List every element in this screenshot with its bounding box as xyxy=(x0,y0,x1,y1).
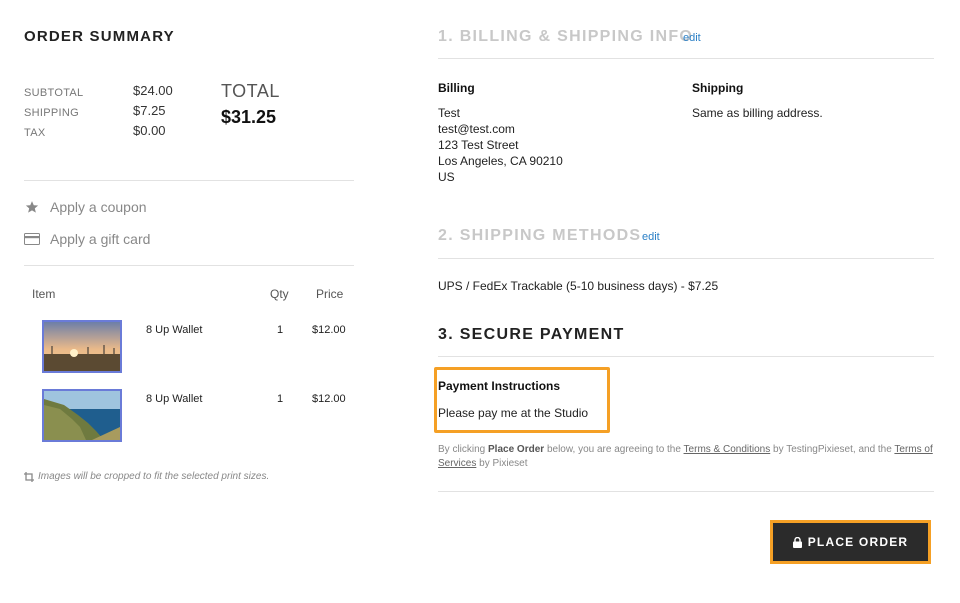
divider xyxy=(438,356,934,357)
divider xyxy=(438,258,934,259)
payment-instructions-title: Payment Instructions xyxy=(438,379,561,393)
totals-labels: SUBTOTAL SHIPPING TAX xyxy=(24,83,83,143)
total-label: TOTAL xyxy=(221,81,280,101)
billing-line: Test xyxy=(438,106,461,120)
terms-text: By clicking Place Order below, you are a… xyxy=(438,444,933,469)
shipping-heading: Shipping xyxy=(692,81,744,95)
item-column-header: Item xyxy=(32,287,56,301)
billing-heading: Billing xyxy=(438,81,475,95)
divider xyxy=(438,58,934,59)
table-row: 8 Up Wallet 1 $12.00 xyxy=(24,320,354,376)
apply-gift-card-label: Apply a gift card xyxy=(50,231,151,247)
billing-line: Los Angeles, CA 90210 xyxy=(438,154,563,168)
apply-coupon-link[interactable]: Apply a coupon xyxy=(24,199,147,215)
star-icon xyxy=(24,199,40,215)
table-row: 8 Up Wallet 1 $12.00 xyxy=(24,389,354,445)
apply-gift-card-link[interactable]: Apply a gift card xyxy=(24,231,150,247)
payment-highlight-box xyxy=(434,367,610,433)
credit-card-icon xyxy=(24,231,40,247)
item-name: 8 Up Wallet xyxy=(146,393,203,405)
item-qty: 1 xyxy=(277,393,284,405)
billing-line: US xyxy=(438,170,455,184)
divider xyxy=(438,491,934,492)
billing-address: Test test@test.com 123 Test Street Los A… xyxy=(438,105,563,185)
item-price: $12.00 xyxy=(312,324,346,336)
total-amount: $31.25 xyxy=(221,107,277,127)
checkout-panel: 1. BILLING & SHIPPING INFO edit Billing … xyxy=(434,0,934,603)
payment-instructions-text: Please pay me at the Studio xyxy=(438,406,589,420)
secure-payment-title: 3. SECURE PAYMENT xyxy=(438,326,625,343)
terms-conditions-link[interactable]: Terms & Conditions xyxy=(684,444,771,455)
subtotal-value: $24.00 xyxy=(133,83,173,98)
shipping-methods-title: 2. SHIPPING METHODS xyxy=(438,227,642,244)
order-summary-title: ORDER SUMMARY xyxy=(24,28,175,45)
crop-note: Images will be cropped to fit the select… xyxy=(24,471,269,482)
shipping-method-text: UPS / FedEx Trackable (5-10 business day… xyxy=(438,279,719,293)
apply-coupon-label: Apply a coupon xyxy=(50,199,147,215)
price-column-header: Price xyxy=(316,287,344,301)
item-thumbnail[interactable] xyxy=(42,320,122,373)
shipping-edit-link[interactable]: edit xyxy=(642,231,660,243)
item-name: 8 Up Wallet xyxy=(146,324,203,336)
subtotal-label: SUBTOTAL xyxy=(24,87,84,99)
item-price: $12.00 xyxy=(312,393,346,405)
item-qty: 1 xyxy=(277,324,284,336)
lock-icon xyxy=(792,536,802,548)
place-order-label: PLACE ORDER xyxy=(807,535,909,549)
billing-section-title: 1. BILLING & SHIPPING INFO xyxy=(438,28,694,45)
item-thumbnail[interactable] xyxy=(42,389,122,442)
order-summary-panel: ORDER SUMMARY SUBTOTAL SHIPPING TAX $24.… xyxy=(24,0,354,603)
billing-line: 123 Test Street xyxy=(438,138,519,152)
shipping-label: SHIPPING xyxy=(24,107,79,119)
qty-column-header: Qty xyxy=(270,287,289,301)
totals-values: $24.00 $7.25 $0.00 xyxy=(133,81,173,141)
tax-label: TAX xyxy=(24,127,46,139)
divider xyxy=(24,180,354,181)
terms-bold: Place Order xyxy=(488,444,545,455)
divider xyxy=(24,265,354,266)
crop-icon xyxy=(24,471,34,482)
crop-note-text: Images will be cropped to fit the select… xyxy=(38,471,270,482)
shipping-value: $7.25 xyxy=(133,103,166,118)
billing-edit-link[interactable]: edit xyxy=(683,32,701,44)
shipping-address-text: Same as billing address. xyxy=(692,106,823,120)
place-order-button[interactable]: PLACE ORDER xyxy=(770,520,931,564)
billing-line: test@test.com xyxy=(438,122,515,136)
tax-value: $0.00 xyxy=(133,123,166,138)
